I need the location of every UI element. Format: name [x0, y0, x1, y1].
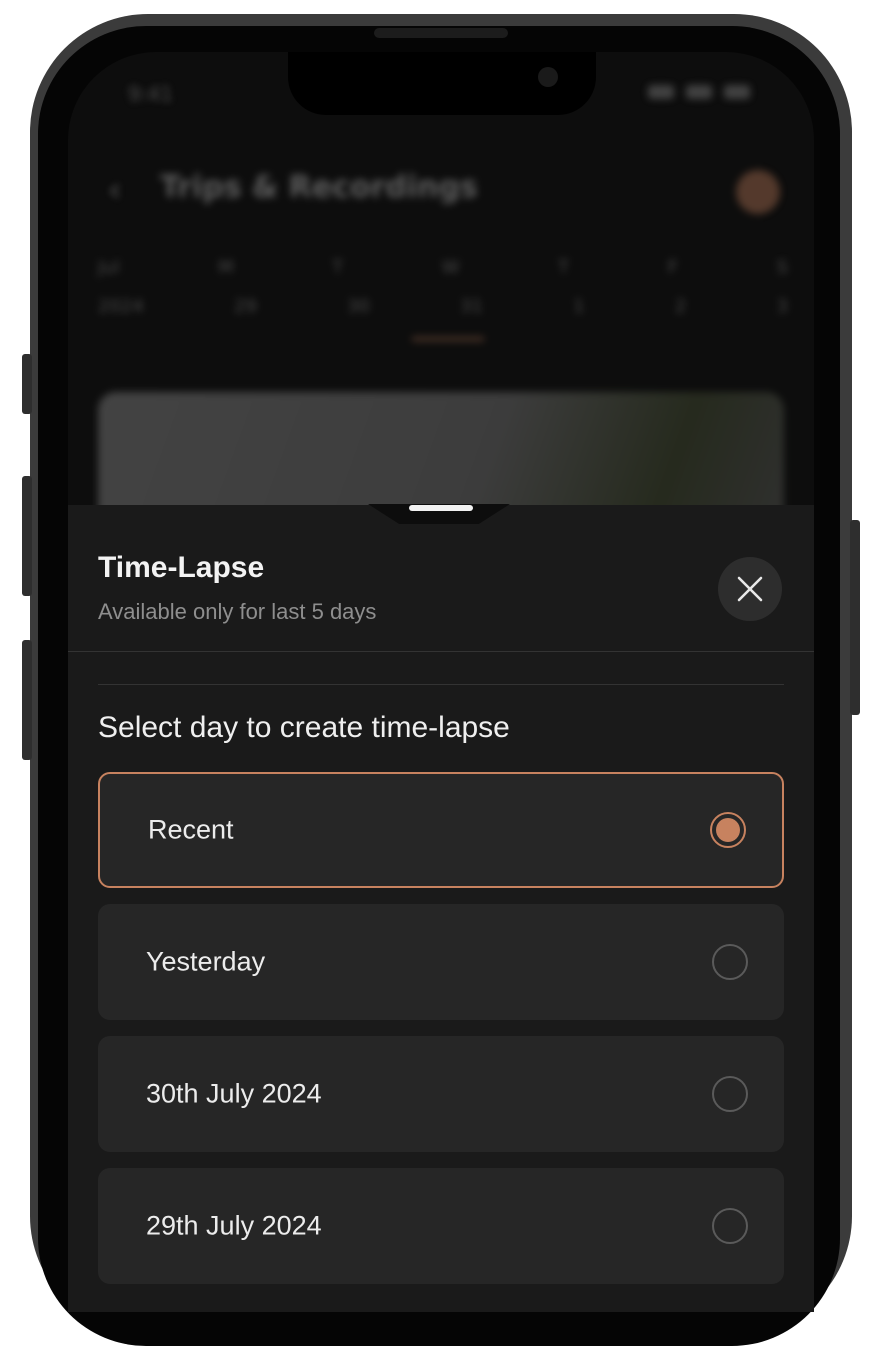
radio-selected-dot: [716, 818, 740, 842]
sheet-title: Time-Lapse: [98, 551, 265, 584]
notch: [288, 52, 596, 115]
status-icons: [648, 85, 750, 99]
option-label: Recent: [148, 814, 234, 845]
section-title: Select day to create time-lapse: [98, 711, 510, 744]
day-letter: F: [667, 257, 678, 278]
close-icon: [737, 576, 763, 602]
option-label: 30th July 2024: [146, 1078, 322, 1109]
power-button: [850, 520, 860, 715]
volume-down-button: [22, 640, 32, 760]
day-letter: W: [441, 257, 460, 278]
selected-day-indicator: [412, 337, 484, 341]
day-letter: S: [776, 257, 788, 278]
page-title: Trips & Recordings: [160, 170, 478, 205]
day-option-yesterday[interactable]: Yesterday: [98, 904, 784, 1020]
time-lapse-sheet: Time-Lapse Available only for last 5 day…: [68, 504, 814, 1312]
header-divider: [68, 651, 814, 652]
day-number: 2: [674, 296, 687, 317]
radio-button[interactable]: [712, 1076, 748, 1112]
sheet-subtitle: Available only for last 5 days: [98, 599, 377, 624]
day-number: 30: [347, 296, 370, 317]
day-option-30-july[interactable]: 30th July 2024: [98, 1036, 784, 1152]
option-label: Yesterday: [146, 946, 266, 977]
day-number: 3: [776, 296, 788, 317]
day-number: 29: [233, 296, 257, 317]
earpiece-speaker: [374, 28, 508, 38]
day-option-29-july[interactable]: 29th July 2024: [98, 1168, 784, 1284]
radio-button[interactable]: [712, 1208, 748, 1244]
day-number: 1: [573, 296, 585, 317]
radio-button[interactable]: [710, 812, 746, 848]
day-number: 31: [460, 296, 484, 317]
chevron-left-icon: ‹: [108, 170, 122, 210]
avatar: [736, 170, 780, 214]
year-label: 2024: [98, 296, 144, 317]
section-divider: [98, 684, 784, 685]
mute-switch: [22, 354, 32, 414]
radio-button[interactable]: [712, 944, 748, 980]
phone-screen: 9:41 ‹ Trips & Recordings Jul M T W T F …: [68, 52, 814, 1312]
day-letter: T: [558, 257, 570, 278]
day-letter: M: [218, 257, 234, 278]
front-camera: [538, 67, 558, 87]
close-button[interactable]: [718, 557, 782, 621]
date-strip: Jul M T W T F S 2024 29 30 31 1 2 3: [98, 257, 788, 335]
day-letter: T: [332, 257, 344, 278]
drag-handle[interactable]: [409, 505, 473, 511]
day-option-recent[interactable]: Recent: [98, 772, 784, 888]
option-label: 29th July 2024: [146, 1210, 322, 1241]
status-time: 9:41: [128, 82, 173, 106]
volume-up-button: [22, 476, 32, 596]
month-label: Jul: [98, 257, 120, 278]
day-options-list: Recent Yesterday 30th July 2024 29th Jul…: [98, 772, 784, 1300]
background-app: 9:41 ‹ Trips & Recordings Jul M T W T F …: [68, 52, 814, 572]
